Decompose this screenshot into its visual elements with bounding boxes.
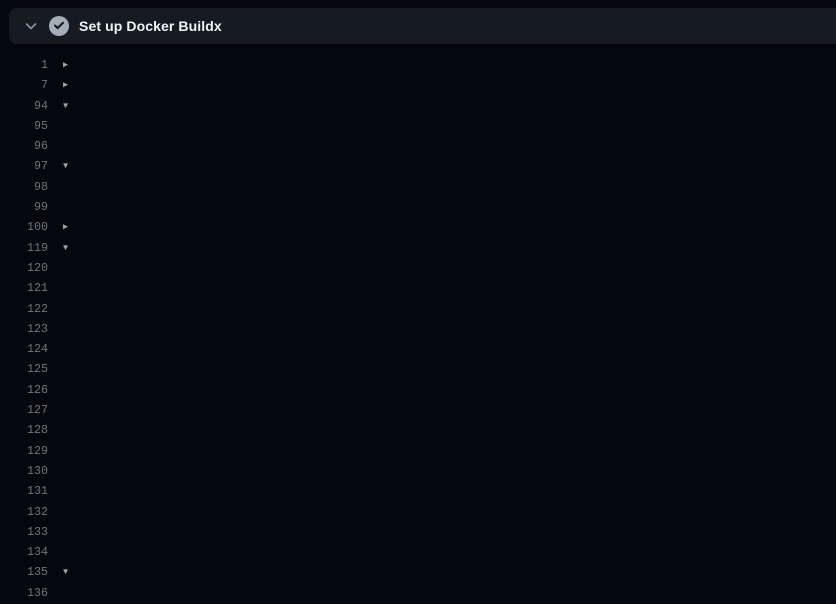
line-number[interactable]: 98 [0,177,48,197]
log-line: 123 "name": "builder-d9cfb5a1-c764-445a-… [0,319,836,339]
line-number[interactable]: 99 [0,197,48,217]
log-group-line[interactable]: 94 ▼ Buildx version [0,96,836,116]
line-number[interactable]: 130 [0,461,48,481]
log-line: 125 "status": "running", [0,359,836,379]
log-line: 131 "name": "builder-d9cfb5a1-c764-445a-… [0,481,836,501]
expand-group-icon[interactable]: ▶ [63,75,77,95]
log-group-line[interactable]: 135 ▼ BuildKit version [0,562,836,582]
log-group-line[interactable]: 119 ▼ Inspect builder [0,238,836,258]
log-line: 134 } [0,542,836,562]
collapse-group-icon[interactable]: ▼ [63,562,77,582]
log-line: 133 "lastActivity": "2023-02-25T11:58:12… [0,522,836,542]
log-group-line[interactable]: 7 ▶ Docker info [0,75,836,95]
collapse-group-icon[interactable]: ▼ [63,96,77,116]
log-line: 136 builder-d9cfb5a1-c764-445a-a57e-0b19… [0,583,836,603]
line-number[interactable]: 128 [0,420,48,440]
collapse-group-icon[interactable]: ▼ [63,238,77,258]
step-header[interactable]: Set up Docker Buildx [9,8,836,44]
line-number[interactable]: 129 [0,441,48,461]
log-line: 127 "buildkit": "v0.11.3", [0,400,836,420]
line-number[interactable]: 94 [0,96,48,116]
line-number[interactable]: 123 [0,319,48,339]
log-line: 99 builder-d9cfb5a1-c764-445a-a57e-0b19d… [0,197,836,217]
log-line: 128 "platforms": "linux/amd64,linux/amd6… [0,420,836,440]
line-number[interactable]: 120 [0,258,48,278]
check-circle-icon [49,16,69,36]
log-line: 95 /usr/bin/docker buildx version [0,116,836,136]
log-line: 120 { [0,258,836,278]
log-line: 98 /usr/bin/docker buildx create --name … [0,177,836,197]
line-number[interactable]: 119 [0,238,48,258]
expand-group-icon[interactable]: ▶ [63,55,77,75]
line-number[interactable]: 96 [0,136,48,156]
line-number[interactable]: 125 [0,359,48,379]
log-line: 130 ], [0,461,836,481]
line-number[interactable]: 134 [0,542,48,562]
log-line: 126 "buildkitd-flags": "--allow-insecure… [0,380,836,400]
line-number[interactable]: 95 [0,116,48,136]
chevron-down-icon[interactable] [23,18,39,34]
log-line: 122 { [0,299,836,319]
log-group-line[interactable]: 100 ▶ Booting builder [0,217,836,237]
line-number[interactable]: 121 [0,278,48,298]
line-number[interactable]: 124 [0,339,48,359]
step-title: Set up Docker Buildx [79,18,222,34]
log-line: 124 "endpoint": "unix:///var/run/docker.… [0,339,836,359]
line-number[interactable]: 7 [0,75,48,95]
line-number[interactable]: 97 [0,156,48,176]
line-number[interactable]: 100 [0,217,48,237]
line-number[interactable]: 122 [0,299,48,319]
log-line: 121 "nodes": [ [0,278,836,298]
expand-group-icon[interactable]: ▶ [63,217,77,237]
line-number[interactable]: 126 [0,380,48,400]
line-number[interactable]: 127 [0,400,48,420]
log-group-line[interactable]: 97 ▼ Creating a new builder instance [0,156,836,176]
line-number[interactable]: 136 [0,583,48,603]
line-number[interactable]: 132 [0,502,48,522]
log-line: 96 github.com/docker/buildx 0.10.3+azure… [0,136,836,156]
collapse-group-icon[interactable]: ▼ [63,156,77,176]
line-number[interactable]: 133 [0,522,48,542]
log-lines: 1 ▶ Run ./ 7 ▶ Docker info 94 ▼ Buildx v… [0,55,836,603]
line-number[interactable]: 1 [0,55,48,75]
line-number[interactable]: 131 [0,481,48,501]
log-line: 129 } [0,441,836,461]
log-group-line[interactable]: 1 ▶ Run ./ [0,55,836,75]
line-number[interactable]: 135 [0,562,48,582]
log-line: 132 "driver": "docker-container", [0,502,836,522]
